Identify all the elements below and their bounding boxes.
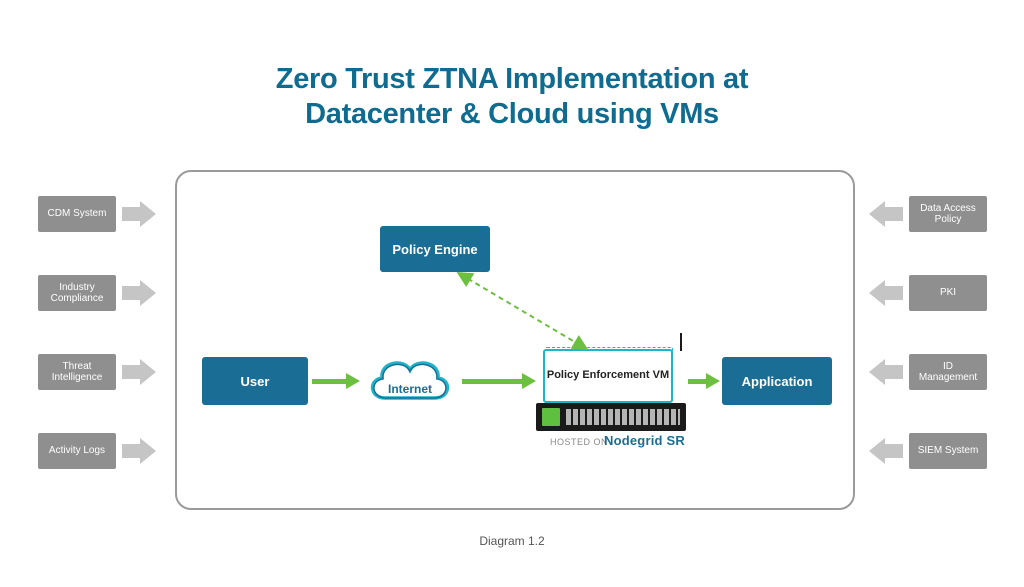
left-box-cdm: CDM System [38, 196, 116, 232]
cloud-label: Internet [360, 382, 460, 396]
arrow-icon [869, 359, 885, 385]
node-policy-enforcement: Policy Enforcement VM [543, 349, 673, 403]
arrow-icon [885, 365, 903, 379]
cloud-icon [360, 348, 460, 414]
arrow-icon [122, 207, 140, 221]
arrow-icon [122, 286, 140, 300]
arrow-icon [885, 444, 903, 458]
arrow-icon [140, 438, 156, 464]
arrow-icon [885, 207, 903, 221]
arrow-icon [122, 365, 140, 379]
flow-arrow-icon [688, 379, 706, 384]
diagram-title: Zero Trust ZTNA Implementation at Datace… [0, 0, 1024, 132]
nodegrid-label: Nodegrid SR [604, 433, 685, 448]
antenna-icon [680, 333, 682, 351]
node-internet: Internet [360, 348, 460, 414]
flow-arrow-head-icon [522, 373, 536, 389]
arrow-icon [140, 280, 156, 306]
diagram-caption: Diagram 1.2 [0, 534, 1024, 548]
right-box-data-access: Data Access Policy [909, 196, 987, 232]
arrow-icon [885, 286, 903, 300]
node-user: User [202, 357, 308, 405]
device-icon [536, 403, 686, 431]
flow-arrow-icon [312, 379, 346, 384]
arrow-icon [140, 201, 156, 227]
arrow-icon [869, 201, 885, 227]
title-line-2: Datacenter & Cloud using VMs [0, 97, 1024, 132]
node-policy-engine: Policy Engine [380, 226, 490, 272]
arrow-icon [869, 280, 885, 306]
node-application: Application [722, 357, 832, 405]
left-box-activity: Activity Logs [38, 433, 116, 469]
left-box-compliance: Industry Compliance [38, 275, 116, 311]
flow-arrow-head-icon [346, 373, 360, 389]
flow-arrow-head-icon [706, 373, 720, 389]
right-box-siem: SIEM System [909, 433, 987, 469]
flow-arrow-icon [462, 379, 522, 384]
main-frame [175, 170, 855, 510]
right-box-id-mgmt: ID Management [909, 354, 987, 390]
title-line-1: Zero Trust ZTNA Implementation at [0, 62, 1024, 97]
hosted-on-label: HOSTED ON [550, 437, 608, 447]
left-box-threat: Threat Intelligence [38, 354, 116, 390]
right-box-pki: PKI [909, 275, 987, 311]
device-ports-icon [566, 409, 680, 425]
arrow-icon [140, 359, 156, 385]
arrow-icon [122, 444, 140, 458]
arrow-icon [869, 438, 885, 464]
